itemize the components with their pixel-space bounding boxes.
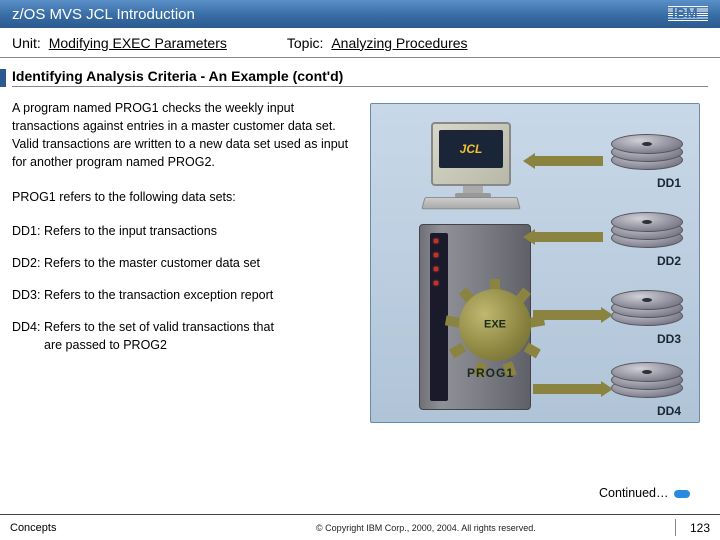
dd4-line-b: are passed to PROG2 xyxy=(12,336,362,354)
body-text: A program named PROG1 checks the weekly … xyxy=(12,99,362,423)
gear-label: EXE xyxy=(484,320,506,331)
arrow-dd2 xyxy=(533,232,603,242)
intro-paragraph: A program named PROG1 checks the weekly … xyxy=(12,99,362,172)
disk-label: DD1 xyxy=(657,176,681,190)
dd4-line-a: DD4: Refers to the set of valid transact… xyxy=(12,318,362,336)
breadcrumb: Unit: Modifying EXEC Parameters Topic: A… xyxy=(0,28,720,58)
topic-value: Analyzing Procedures xyxy=(331,35,467,51)
arrow-dd3 xyxy=(533,310,603,320)
architecture-diagram: JCL EXE PROG1 xyxy=(370,103,700,423)
topic-label: Topic: xyxy=(287,35,324,51)
prog1-label: PROG1 xyxy=(467,366,514,380)
disk-dd1: DD1 xyxy=(611,134,685,184)
monitor-screen-label: JCL xyxy=(439,130,503,168)
arrow-dd1 xyxy=(533,156,603,166)
continued-icon xyxy=(674,490,690,498)
footer-section: Concepts xyxy=(10,522,56,534)
ibm-logo-icon xyxy=(668,6,708,22)
disk-label: DD4 xyxy=(657,404,681,418)
disk-label: DD2 xyxy=(657,254,681,268)
dd3-line: DD3: Refers to the transaction exception… xyxy=(12,286,362,304)
dd1-line: DD1: Refers to the input transactions xyxy=(12,222,362,240)
section-heading: Identifying Analysis Criteria - An Examp… xyxy=(12,68,708,87)
disk-label: DD3 xyxy=(657,332,681,346)
refers-paragraph: PROG1 refers to the following data sets: xyxy=(12,188,362,206)
heading-accent-icon xyxy=(0,69,6,87)
course-title: z/OS MVS JCL Introduction xyxy=(12,6,668,23)
dd2-line: DD2: Refers to the master customer data … xyxy=(12,254,362,272)
monitor-icon: JCL xyxy=(431,122,511,186)
page-number: 123 xyxy=(690,521,710,535)
section-heading-row: Identifying Analysis Criteria - An Examp… xyxy=(0,68,720,87)
unit-label: Unit: xyxy=(12,35,41,51)
gear-icon: EXE xyxy=(459,289,531,361)
continued-indicator: Continued… xyxy=(599,486,690,500)
continued-label: Continued… xyxy=(599,486,669,500)
disk-dd4: DD4 xyxy=(611,362,685,412)
arrow-dd4 xyxy=(533,384,603,394)
keyboard-icon xyxy=(421,197,520,209)
title-bar: z/OS MVS JCL Introduction xyxy=(0,0,720,28)
disk-dd3: DD3 xyxy=(611,290,685,340)
unit-value: Modifying EXEC Parameters xyxy=(49,35,227,51)
footer: Concepts © Copyright IBM Corp., 2000, 20… xyxy=(0,514,720,540)
disk-dd2: DD2 xyxy=(611,212,685,262)
footer-copyright: © Copyright IBM Corp., 2000, 2004. All r… xyxy=(316,523,536,533)
